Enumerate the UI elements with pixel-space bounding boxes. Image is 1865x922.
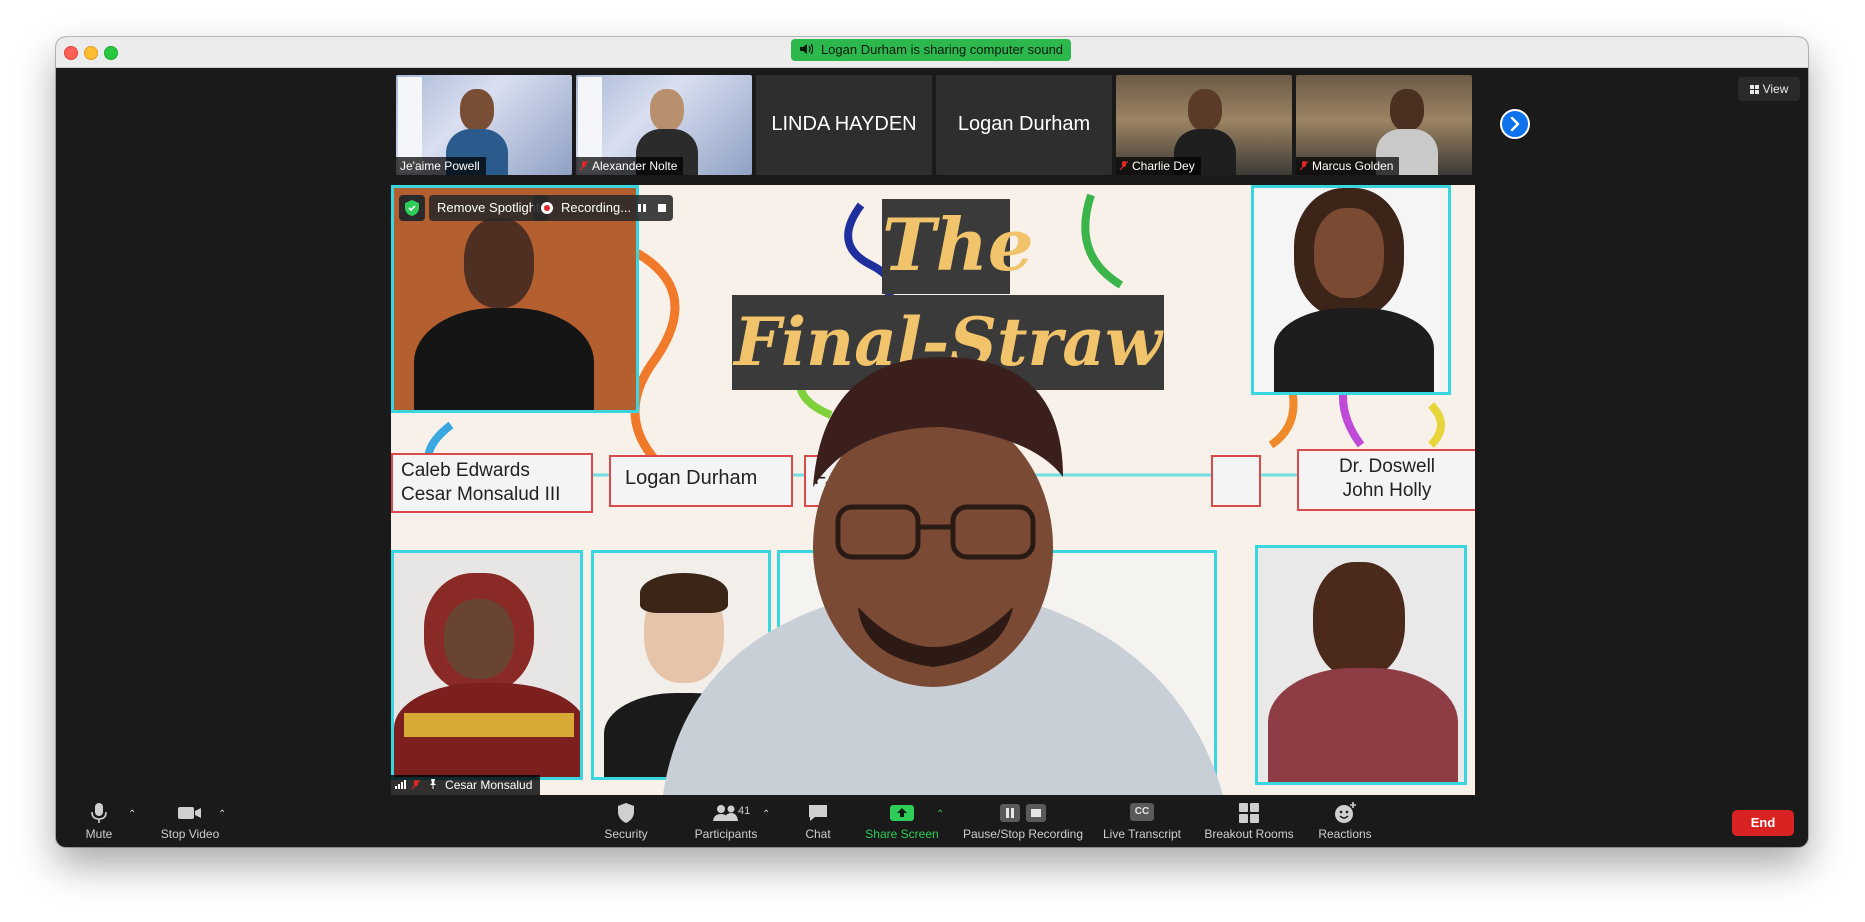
security-button[interactable]: Security (596, 801, 656, 845)
live-transcript-button[interactable]: CC Live Transcript (1100, 801, 1184, 845)
video-options-caret[interactable]: ⌃ (218, 809, 226, 820)
participant-name-tag: Alexander Nolte (576, 157, 684, 175)
speaker-icon (799, 40, 814, 62)
microphone-icon (91, 803, 107, 823)
share-screen-button[interactable]: Share Screen (862, 801, 942, 845)
computer-sound-banner: Logan Durham is sharing computer sound (791, 39, 1071, 61)
stop-video-button[interactable]: Stop Video (156, 801, 224, 845)
smiley-icon (1335, 802, 1356, 823)
participant-tile[interactable]: Je'aime Powell (396, 75, 572, 175)
participant-tile[interactable]: Marcus Golden (1296, 75, 1472, 175)
remove-spotlight-button[interactable]: Remove Spotlight (429, 195, 548, 221)
security-shield-icon[interactable] (399, 195, 425, 221)
slide-label: Dr. Doswell John Holly (1297, 449, 1475, 511)
zoom-window-button[interactable] (104, 46, 118, 60)
share-options-caret[interactable]: ⌃ (936, 809, 944, 820)
chat-button[interactable]: Chat (798, 801, 838, 845)
spotlight-name-tag: Cesar Monsalud (391, 775, 541, 795)
audio-options-caret[interactable]: ⌃ (128, 809, 136, 820)
participants-button[interactable]: Participants (684, 801, 768, 845)
chat-bubble-icon (809, 805, 827, 821)
participant-name-tag: Marcus Golden (1296, 157, 1400, 175)
end-meeting-button[interactable]: End (1732, 810, 1794, 836)
breakout-rooms-button[interactable]: Breakout Rooms (1202, 801, 1296, 845)
mute-button[interactable]: Mute (74, 801, 124, 845)
closed-caption-icon: CC (1130, 801, 1154, 825)
slide-photo (391, 550, 583, 780)
shield-icon (618, 803, 634, 823)
slide-label: Caleb Edwards Cesar Monsalud III (391, 453, 593, 513)
grid-view-icon (1749, 85, 1759, 94)
participants-count: 41 (738, 805, 751, 817)
video-camera-icon (178, 807, 201, 819)
zoom-meeting-window: Logan Durham is sharing computer sound V… (56, 37, 1808, 847)
presenter-video (623, 357, 1263, 795)
spotlight-video: The Final-Straw Caleb Edwards Cesar Mons… (391, 185, 1475, 795)
participant-name-tag: Charlie Dey (1116, 157, 1201, 175)
participant-tile[interactable]: Alexander Nolte (576, 75, 752, 175)
meeting-controls-toolbar: Mute ⌃ Stop Video ⌃ Security Participant… (56, 795, 1808, 847)
muted-mic-icon (579, 160, 589, 171)
muted-mic-icon (1299, 160, 1309, 171)
participant-tile[interactable]: Charlie Dey (1116, 75, 1292, 175)
title-bar: Logan Durham is sharing computer sound (56, 37, 1808, 68)
slide-photo (1255, 545, 1467, 785)
share-screen-icon (890, 805, 914, 821)
reactions-button[interactable]: Reactions (1314, 801, 1376, 845)
view-label: View (1762, 82, 1789, 96)
participant-display-name: LINDA HAYDEN (771, 113, 917, 135)
signal-strength-icon (395, 778, 409, 792)
breakout-rooms-icon (1239, 803, 1259, 823)
participant-name-tag: Je'aime Powell (396, 157, 486, 175)
chevron-right-icon (1510, 116, 1520, 132)
next-page-button[interactable] (1500, 109, 1530, 139)
participant-tile[interactable]: LINDA HAYDEN (756, 75, 932, 175)
pause-stop-recording-button[interactable]: Pause/Stop Recording (960, 801, 1086, 845)
participants-options-caret[interactable]: ⌃ (762, 809, 770, 820)
view-button[interactable]: View (1738, 77, 1800, 101)
close-window-button[interactable] (64, 46, 78, 60)
slide-photo (1251, 185, 1451, 395)
participant-tile[interactable]: Logan Durham (936, 75, 1112, 175)
pause-recording-icon[interactable] (637, 195, 647, 230)
pin-icon (428, 778, 438, 792)
recording-icon (541, 202, 553, 214)
stop-recording-icon[interactable] (657, 195, 667, 230)
muted-mic-icon (411, 776, 421, 790)
slide-title-line1: The (882, 199, 1034, 294)
participants-icon (713, 805, 738, 821)
banner-text: Logan Durham is sharing computer sound (820, 42, 1064, 57)
participant-display-name: Logan Durham (957, 113, 1091, 135)
muted-mic-icon (1119, 160, 1129, 171)
recording-indicator: Recording... (533, 195, 673, 221)
pause-stop-icons (996, 801, 1050, 825)
minimize-window-button[interactable] (84, 46, 98, 60)
